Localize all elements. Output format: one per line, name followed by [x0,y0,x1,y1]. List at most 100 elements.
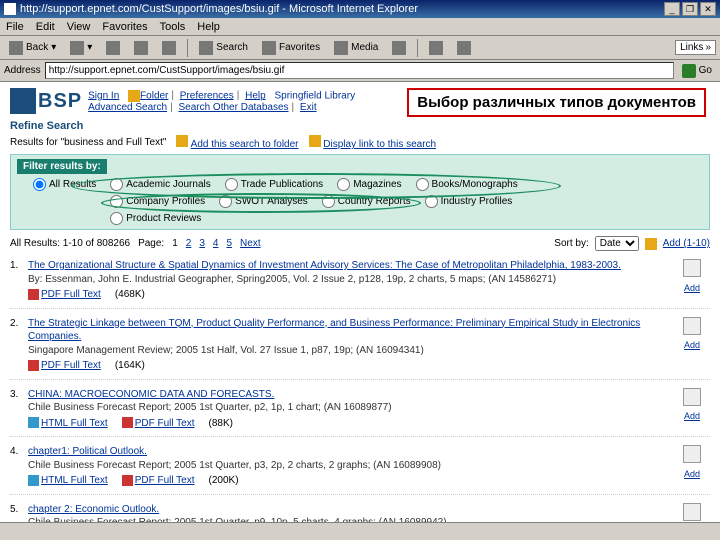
annotation-callout: Выбор различных типов документов [407,88,706,117]
page-next[interactable]: Next [240,238,261,249]
address-label: Address [4,65,41,76]
go-icon [682,64,696,78]
add-search-link[interactable]: Add this search to folder [191,139,299,150]
refresh-button[interactable] [129,39,153,57]
search-other-db-link[interactable]: Search Other Databases [178,102,288,113]
html-fulltext-link[interactable]: HTML Full Text [41,418,108,429]
result-title-link[interactable]: The Organizational Structure & Spatial D… [28,260,621,271]
page-2[interactable]: 2 [186,238,192,249]
menu-edit[interactable]: Edit [36,21,55,33]
address-input[interactable] [45,62,674,79]
help-link[interactable]: Help [245,90,266,101]
html-fulltext-link[interactable]: HTML Full Text [41,475,108,486]
page-5[interactable]: 5 [226,238,232,249]
pdf-fulltext-link[interactable]: PDF Full Text [135,418,195,429]
menu-file[interactable]: File [6,21,24,33]
add-all-link[interactable]: Add (1-10) [663,238,710,249]
window-title: http://support.epnet.com/CustSupport/ima… [20,3,418,15]
filter-company-profiles[interactable]: Company Profiles [110,195,205,208]
exit-link[interactable]: Exit [300,102,317,113]
display-link-link[interactable]: Display link to this search [323,139,436,150]
minimize-button[interactable]: _ [664,2,680,16]
back-button[interactable]: Back▾ [4,39,61,57]
sort-select[interactable]: Date [595,236,639,251]
maximize-button[interactable]: ❐ [682,2,698,16]
add-to-folder-button[interactable] [683,445,701,463]
addressbar: Address Go [0,60,720,82]
filter-industry-profiles[interactable]: Industry Profiles [425,195,513,208]
add-to-folder-button[interactable] [683,317,701,335]
page-4[interactable]: 4 [213,238,219,249]
filter-books-monographs[interactable]: Books/Monographs [416,178,518,191]
window-titlebar: http://support.epnet.com/CustSupport/ima… [0,0,720,18]
add-link[interactable]: Add [684,411,700,421]
nav-links: Sign In Folder| Preferences| Help Spring… [88,90,355,113]
folder-link[interactable]: Folder [140,90,168,101]
page-current: 1 [172,238,178,249]
mail-icon [429,41,443,55]
star-icon [262,41,276,55]
menu-view[interactable]: View [67,21,91,33]
results-for-label: Results for "business and Full Text" [10,137,166,148]
add-to-folder-button[interactable] [683,259,701,277]
result-row: 4.chapter1: Political Outlook.Chile Busi… [10,445,710,495]
media-button[interactable]: Media [329,39,383,57]
pdf-icon [122,475,133,486]
history-icon [392,41,406,55]
home-button[interactable] [157,39,181,57]
file-size: (88K) [209,418,233,429]
history-button[interactable] [387,39,411,57]
filter-swot-analyses[interactable]: SWOT Analyses [219,195,308,208]
sort-label: Sort by: [554,238,588,249]
filter-magazines[interactable]: Magazines [337,178,401,191]
filter-all-results[interactable]: All Results [33,178,96,191]
pdf-fulltext-link[interactable]: PDF Full Text [41,289,101,300]
result-title-link[interactable]: chapter 2: Economic Outlook. [28,504,159,515]
favorites-button[interactable]: Favorites [257,39,325,57]
add-link[interactable]: Add [684,469,700,479]
add-to-folder-button[interactable] [683,388,701,406]
result-links: PDF Full Text(468K) [28,288,674,302]
filter-country-reports[interactable]: Country Reports [322,195,411,208]
results-for-row: Results for "business and Full Text" Add… [10,135,710,150]
print-button[interactable] [452,39,476,57]
result-meta: By: Essenman, John E. Industrial Geograp… [28,274,556,285]
stop-button[interactable] [101,39,125,57]
statusbar [0,522,720,540]
result-title-link[interactable]: The Strategic Linkage between TQM, Produ… [28,318,640,343]
add-link[interactable]: Add [684,340,700,350]
signin-link[interactable]: Sign In [88,90,119,101]
folder-add-icon [176,135,188,147]
links-box[interactable]: Links» [675,40,716,55]
result-links: HTML Full TextPDF Full Text(200K) [28,474,674,488]
result-title-link[interactable]: CHINA: MACROECONOMIC DATA AND FORECASTS. [28,389,274,400]
filter-product-reviews[interactable]: Product Reviews [110,212,201,225]
result-row: 5.chapter 2: Economic Outlook.Chile Busi… [10,503,710,523]
filter-academic-journals[interactable]: Academic Journals [110,178,210,191]
result-number: 1. [10,259,28,302]
forward-button[interactable]: ▾ [65,39,97,57]
folder-icon [128,90,140,102]
filter-bar: Filter results by: All Results Academic … [10,154,710,230]
add-link[interactable]: Add [684,283,700,293]
filter-trade-publications[interactable]: Trade Publications [225,178,323,191]
advanced-search-link[interactable]: Advanced Search [88,102,167,113]
menu-tools[interactable]: Tools [160,21,186,33]
pdf-fulltext-link[interactable]: PDF Full Text [41,360,101,371]
page-3[interactable]: 3 [199,238,205,249]
result-number: 3. [10,388,28,431]
stop-icon [106,41,120,55]
mail-button[interactable] [424,39,448,57]
result-title-link[interactable]: chapter1: Political Outlook. [28,446,147,457]
search-button[interactable]: Search [194,39,253,57]
menu-favorites[interactable]: Favorites [102,21,147,33]
add-to-folder-button[interactable] [683,503,701,521]
file-size: (164K) [115,360,145,371]
preferences-link[interactable]: Preferences [180,90,234,101]
library-name: Springfield Library [274,90,355,101]
go-button[interactable]: Go [678,63,716,79]
close-button[interactable]: ✕ [700,2,716,16]
menu-help[interactable]: Help [197,21,220,33]
pdf-fulltext-link[interactable]: PDF Full Text [135,475,195,486]
pdf-icon [28,289,39,300]
